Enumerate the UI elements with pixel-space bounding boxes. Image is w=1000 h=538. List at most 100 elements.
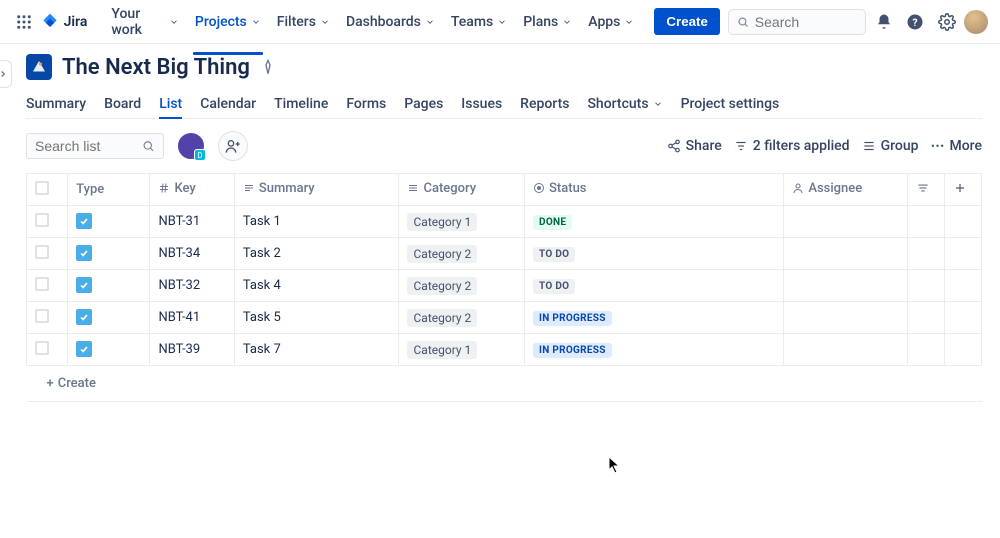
row-actions[interactable] (907, 302, 944, 334)
issue-summary[interactable]: Task 5 (234, 302, 399, 334)
tab-list[interactable]: List (159, 90, 182, 118)
table-row[interactable]: NBT-41Task 5 Category 2 IN PROGRESS (27, 302, 982, 334)
col-summary[interactable]: Summary (234, 174, 399, 206)
tab-summary[interactable]: Summary (26, 90, 86, 118)
add-people-button[interactable] (218, 131, 248, 161)
table-row[interactable]: NBT-31Task 1 Category 1 DONE (27, 206, 982, 238)
create-button[interactable]: Create (654, 8, 720, 35)
row-actions[interactable] (907, 206, 944, 238)
assignee-cell[interactable] (784, 334, 907, 366)
filters-applied[interactable]: 2 filters applied (734, 138, 850, 154)
nav-item-dashboards[interactable]: Dashboards (338, 0, 443, 44)
search-list-input[interactable] (35, 138, 142, 154)
search-list[interactable] (26, 133, 164, 159)
assignee-cell[interactable] (784, 302, 907, 334)
row-expand[interactable] (944, 270, 981, 302)
table-row[interactable]: NBT-39Task 7 Category 1 IN PROGRESS (27, 334, 982, 366)
assignee-cell[interactable] (784, 206, 907, 238)
col-type[interactable]: Type (68, 174, 150, 206)
status-pill[interactable]: TO DO (533, 247, 575, 262)
more-button[interactable]: More (930, 138, 982, 154)
tab-timeline[interactable]: Timeline (274, 90, 328, 118)
global-search-input[interactable] (755, 14, 857, 30)
row-actions[interactable] (907, 238, 944, 270)
chevron-down-icon (624, 17, 634, 27)
row-checkbox[interactable] (35, 277, 49, 291)
sidebar-toggle[interactable] (0, 60, 12, 88)
table-row[interactable]: NBT-32Task 4 Category 2 TO DO (27, 270, 982, 302)
nav-item-your-work[interactable]: Your work (103, 0, 187, 44)
notifications-icon[interactable] (870, 8, 898, 36)
row-checkbox[interactable] (35, 309, 49, 323)
status-pill[interactable]: TO DO (533, 279, 575, 294)
issue-key[interactable]: NBT-39 (150, 334, 234, 366)
group-button[interactable]: Group (862, 138, 919, 154)
issue-summary[interactable]: Task 7 (234, 334, 399, 366)
help-icon[interactable]: ? (901, 8, 929, 36)
status-pill[interactable]: DONE (533, 215, 572, 230)
avatar-stack[interactable]: D (176, 131, 206, 161)
nav-item-filters[interactable]: Filters (269, 0, 338, 44)
nav-item-projects[interactable]: Projects (187, 0, 269, 44)
issue-summary[interactable]: Task 1 (234, 206, 399, 238)
nav-item-apps[interactable]: Apps (580, 0, 642, 44)
assignee-cell[interactable] (784, 270, 907, 302)
category-pill[interactable]: Category 1 (407, 341, 477, 359)
share-button[interactable]: Share (667, 138, 722, 154)
issue-key[interactable]: NBT-41 (150, 302, 234, 334)
row-checkbox[interactable] (35, 213, 49, 227)
select-all-checkbox[interactable] (35, 181, 49, 195)
settings-icon[interactable] (933, 8, 961, 36)
issue-key[interactable]: NBT-31 (150, 206, 234, 238)
jira-logo[interactable]: Jira (40, 12, 88, 32)
create-row[interactable]: +Create (27, 366, 982, 402)
col-assignee[interactable]: Assignee (784, 174, 907, 206)
issue-summary[interactable]: Task 4 (234, 270, 399, 302)
nav-item-plans[interactable]: Plans (515, 0, 580, 44)
user-avatar[interactable] (964, 10, 988, 34)
global-search[interactable] (728, 9, 866, 35)
status-pill[interactable]: IN PROGRESS (533, 343, 612, 358)
tab-issues[interactable]: Issues (461, 90, 502, 118)
col-status[interactable]: Status (525, 174, 784, 206)
category-pill[interactable]: Category 2 (407, 245, 477, 263)
col-add[interactable] (944, 174, 981, 206)
row-expand[interactable] (944, 238, 981, 270)
share-label: Share (686, 138, 722, 154)
issue-summary[interactable]: Task 2 (234, 238, 399, 270)
row-expand[interactable] (944, 334, 981, 366)
tab-pages[interactable]: Pages (404, 90, 443, 118)
nav-item-teams[interactable]: Teams (443, 0, 515, 44)
row-actions[interactable] (907, 270, 944, 302)
task-type-icon (76, 309, 92, 325)
row-actions[interactable] (907, 334, 944, 366)
col-key[interactable]: Key (150, 174, 234, 206)
row-checkbox[interactable] (35, 245, 49, 259)
tab-forms[interactable]: Forms (346, 90, 386, 118)
category-pill[interactable]: Category 2 (407, 309, 477, 327)
assignee-cell[interactable] (784, 238, 907, 270)
col-sort[interactable] (907, 174, 944, 206)
tab-reports[interactable]: Reports (520, 90, 569, 118)
row-expand[interactable] (944, 206, 981, 238)
category-pill[interactable]: Category 1 (407, 213, 477, 231)
project-quick-action-icon[interactable] (260, 59, 276, 75)
issue-key[interactable]: NBT-32 (150, 270, 234, 302)
issue-key[interactable]: NBT-34 (150, 238, 234, 270)
row-checkbox[interactable] (35, 341, 49, 355)
col-category[interactable]: Category (399, 174, 525, 206)
table-row[interactable]: NBT-34Task 2 Category 2 TO DO (27, 238, 982, 270)
tab-calendar[interactable]: Calendar (200, 90, 256, 118)
search-icon (142, 139, 155, 153)
col-select[interactable] (27, 174, 68, 206)
tab-shortcuts[interactable]: Shortcuts (587, 90, 662, 118)
category-pill[interactable]: Category 2 (407, 277, 477, 295)
status-pill[interactable]: IN PROGRESS (533, 311, 612, 326)
member-avatar[interactable]: D (176, 131, 206, 161)
row-expand[interactable] (944, 302, 981, 334)
tab-board[interactable]: Board (104, 90, 141, 118)
more-icon (930, 138, 944, 154)
app-switcher-icon[interactable] (12, 10, 36, 34)
tab-project-settings[interactable]: Project settings (681, 90, 780, 118)
top-nav: Jira Your workProjectsFiltersDashboardsT… (0, 0, 1000, 44)
